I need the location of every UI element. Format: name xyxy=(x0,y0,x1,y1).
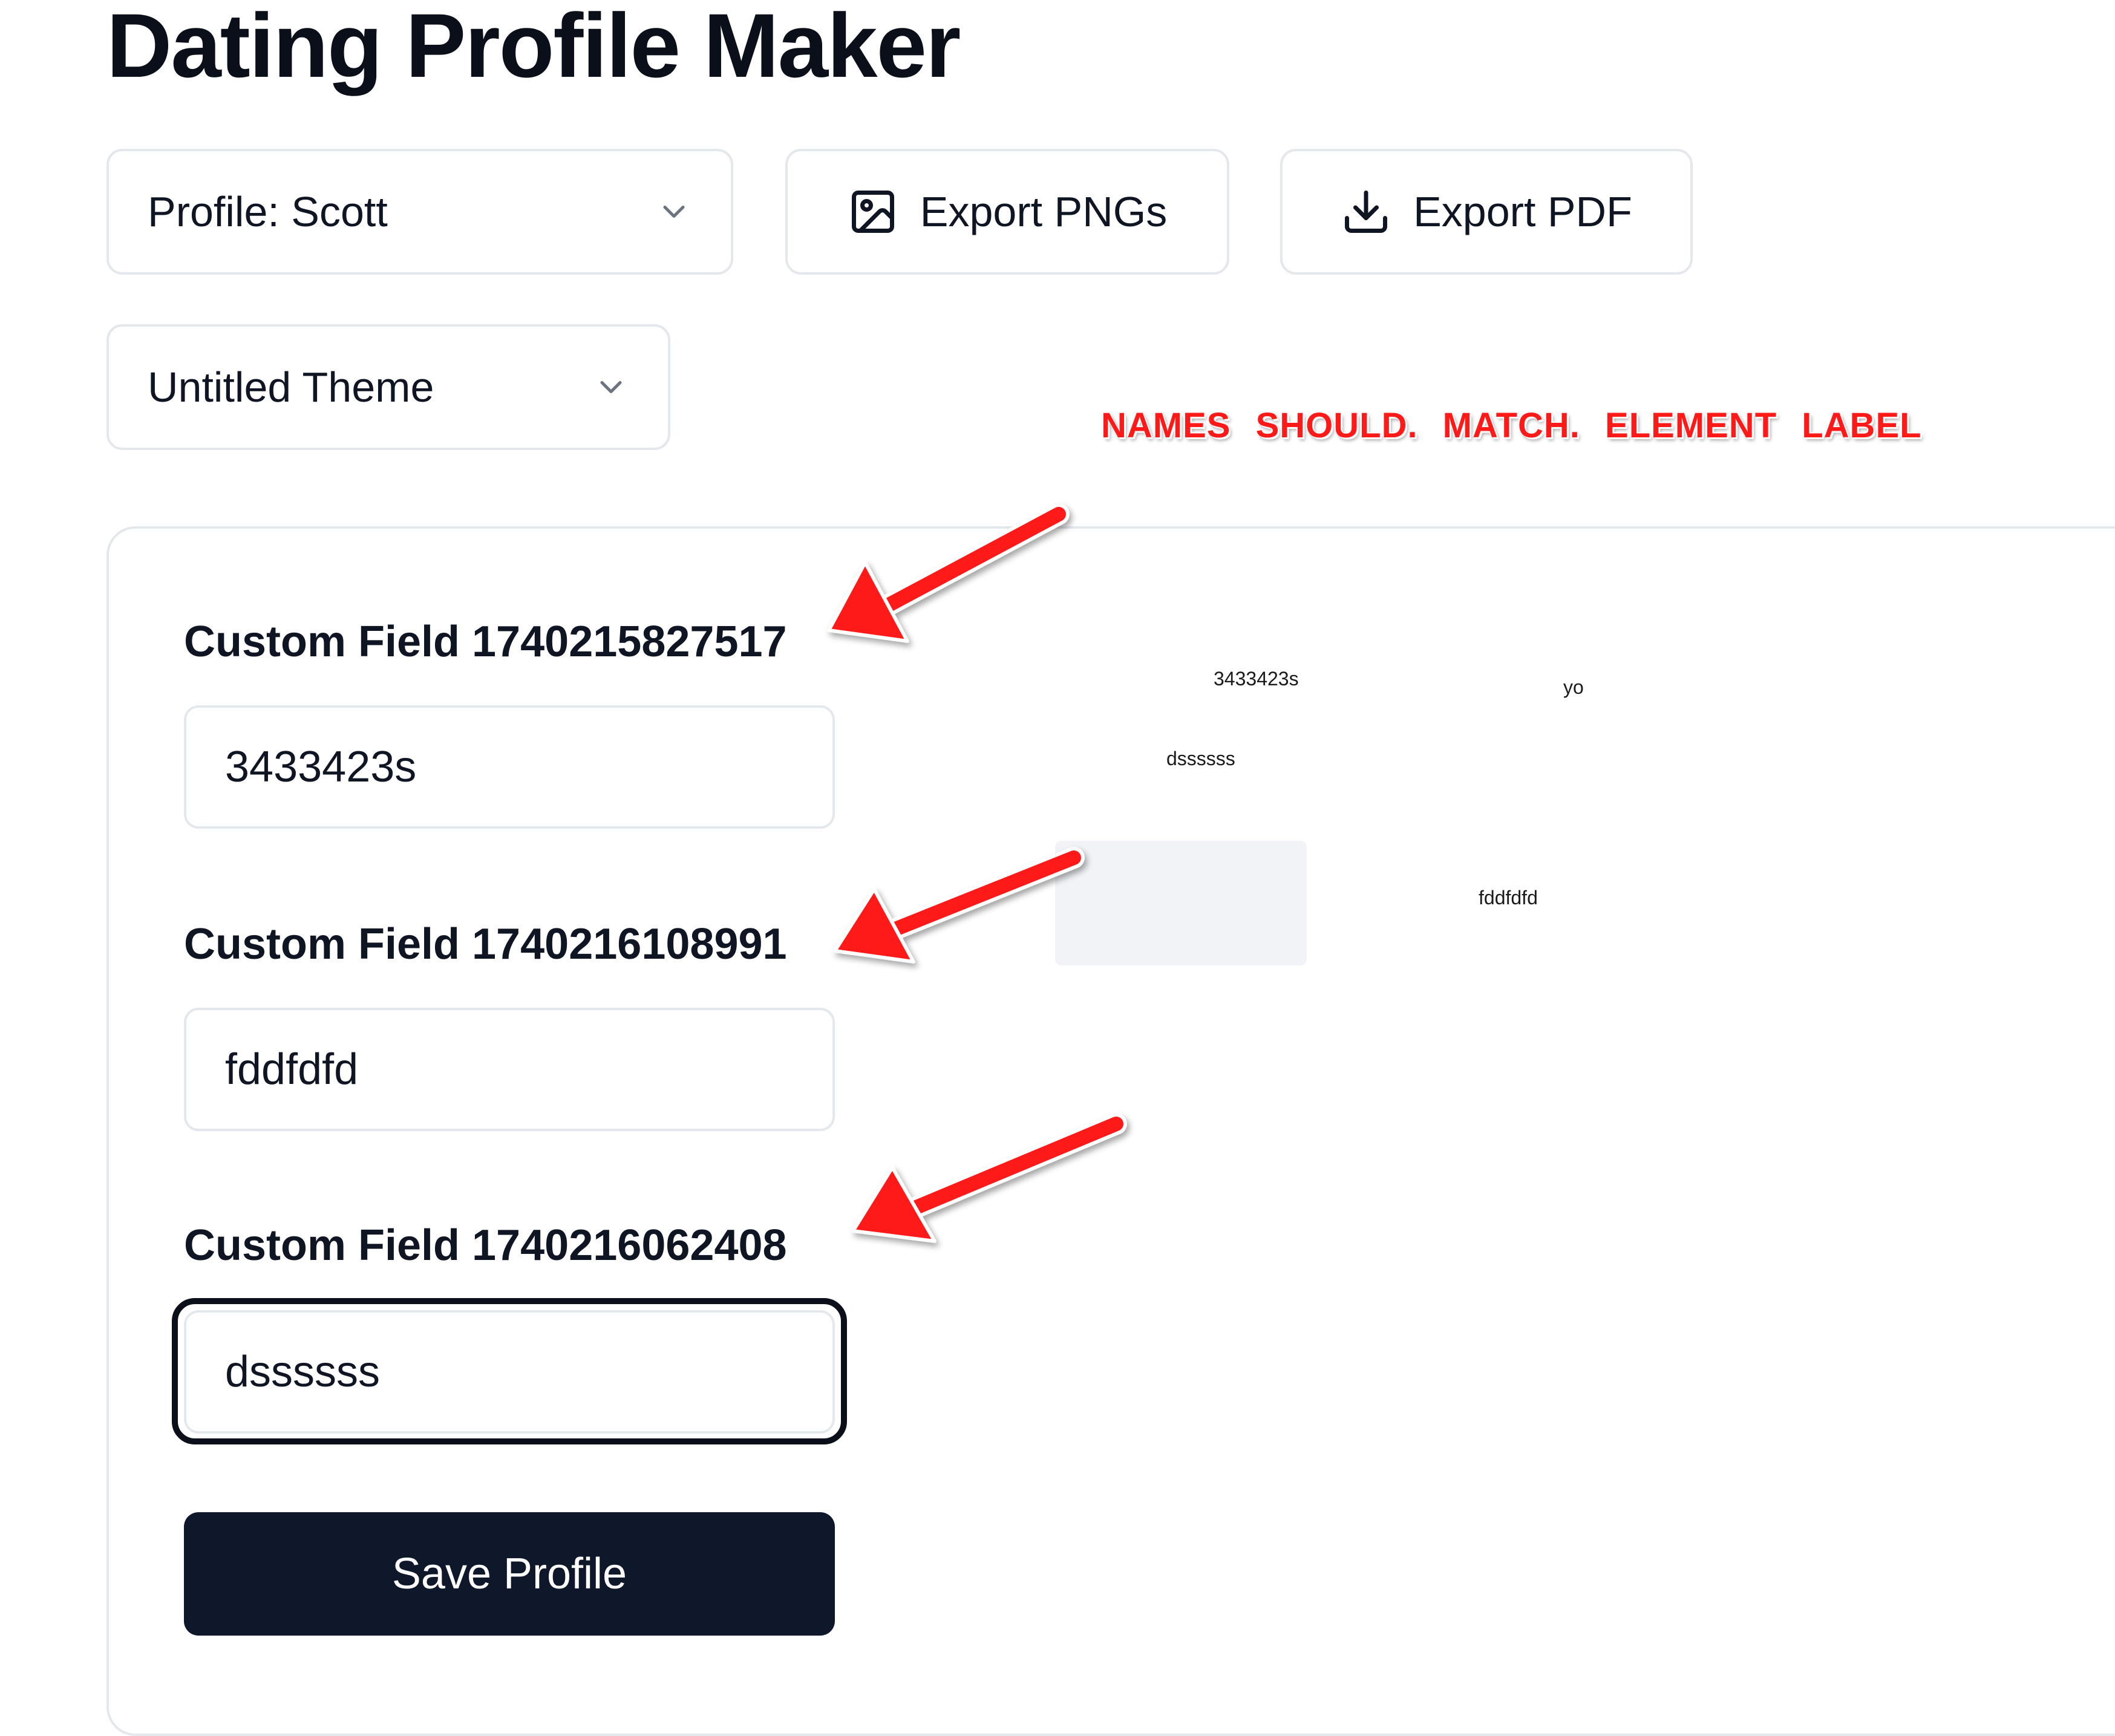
export-pdf-label: Export PDF xyxy=(1413,188,1632,235)
field-label: Custom Field 1740216062408 xyxy=(184,1221,787,1270)
field-label: Custom Field 1740216108991 xyxy=(184,920,787,968)
preview-text: dssssss xyxy=(1166,748,1235,769)
preview-text: fddfdfd xyxy=(1479,887,1538,909)
chevron-down-icon xyxy=(600,381,622,393)
export-pngs-button[interactable]: Export PNGs xyxy=(785,149,1229,275)
save-profile-button[interactable]: Save Profile xyxy=(184,1512,835,1636)
custom-field-input[interactable] xyxy=(184,705,835,829)
profile-select-value: Profile: Scott xyxy=(148,188,388,235)
theme-select-value: Untitled Theme xyxy=(148,364,434,411)
profile-select[interactable]: Profile: Scott xyxy=(106,149,733,275)
theme-select[interactable]: Untitled Theme xyxy=(106,324,670,450)
preview-text: yo xyxy=(1563,676,1584,698)
annotation-note: NAMES SHOULD. MATCH. ELEMENT LABEL xyxy=(1101,406,1922,445)
export-pngs-label: Export PNGs xyxy=(920,188,1168,235)
download-icon xyxy=(1345,191,1388,233)
export-pdf-button[interactable]: Export PDF xyxy=(1280,149,1693,275)
preview-image-placeholder xyxy=(1055,841,1307,965)
image-icon xyxy=(851,191,894,233)
page-title: Dating Profile Maker xyxy=(106,0,961,96)
custom-field-input[interactable] xyxy=(184,1008,835,1131)
annotation-arrow-icon xyxy=(827,503,1070,643)
field-label: Custom Field 1740215827517 xyxy=(184,618,787,666)
annotation-arrow-icon xyxy=(851,1113,1127,1243)
chevron-down-icon xyxy=(663,206,685,218)
preview-text: 3433423s xyxy=(1214,668,1299,690)
custom-field-input[interactable] xyxy=(184,1310,835,1434)
annotation-arrow-icon xyxy=(833,847,1085,964)
